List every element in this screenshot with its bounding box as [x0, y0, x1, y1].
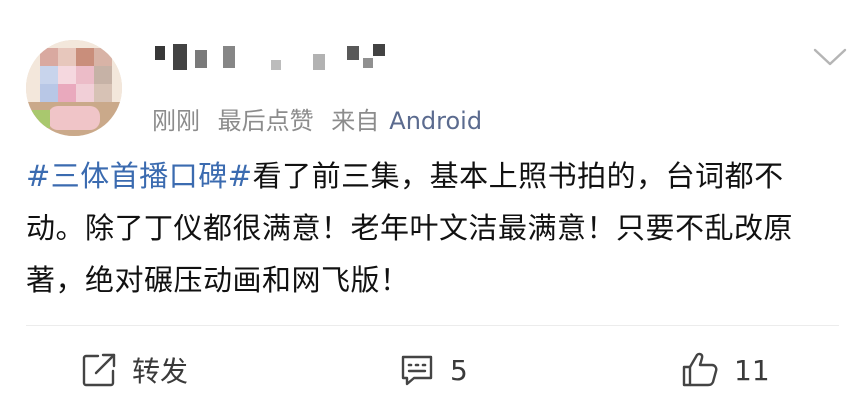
chevron-down-icon	[813, 48, 847, 66]
username[interactable]	[155, 40, 415, 84]
post-content: #三体首播口碑#看了前三集，基本上照书拍的，台词都不动。除了丁仪都很满意！老年叶…	[26, 150, 826, 306]
like-button[interactable]: 11	[680, 345, 770, 395]
post-meta: 刚刚 最后点赞 来自 Android	[152, 101, 492, 135]
post-time: 刚刚	[152, 107, 200, 135]
topic-link[interactable]: #三体首播口碑#	[26, 159, 253, 193]
like-icon	[682, 352, 718, 387]
like-count: 11	[734, 353, 770, 387]
last-like-label: 最后点赞	[217, 107, 314, 135]
repost-label: 转发	[132, 355, 189, 388]
post-source[interactable]: Android	[389, 107, 482, 135]
comment-count: 5	[450, 353, 468, 387]
repost-icon	[82, 353, 116, 387]
repost-button[interactable]: 转发	[80, 345, 188, 395]
comment-icon	[401, 355, 433, 386]
avatar[interactable]	[26, 40, 122, 136]
weibo-post: 刚刚 最后点赞 来自 Android #三体首播口碑#看了前三集，基本上照书拍的，…	[0, 0, 865, 416]
more-menu-button[interactable]	[813, 46, 847, 68]
divider	[26, 325, 839, 326]
source-prefix: 来自	[331, 107, 380, 135]
comment-button[interactable]: 5	[398, 345, 468, 395]
